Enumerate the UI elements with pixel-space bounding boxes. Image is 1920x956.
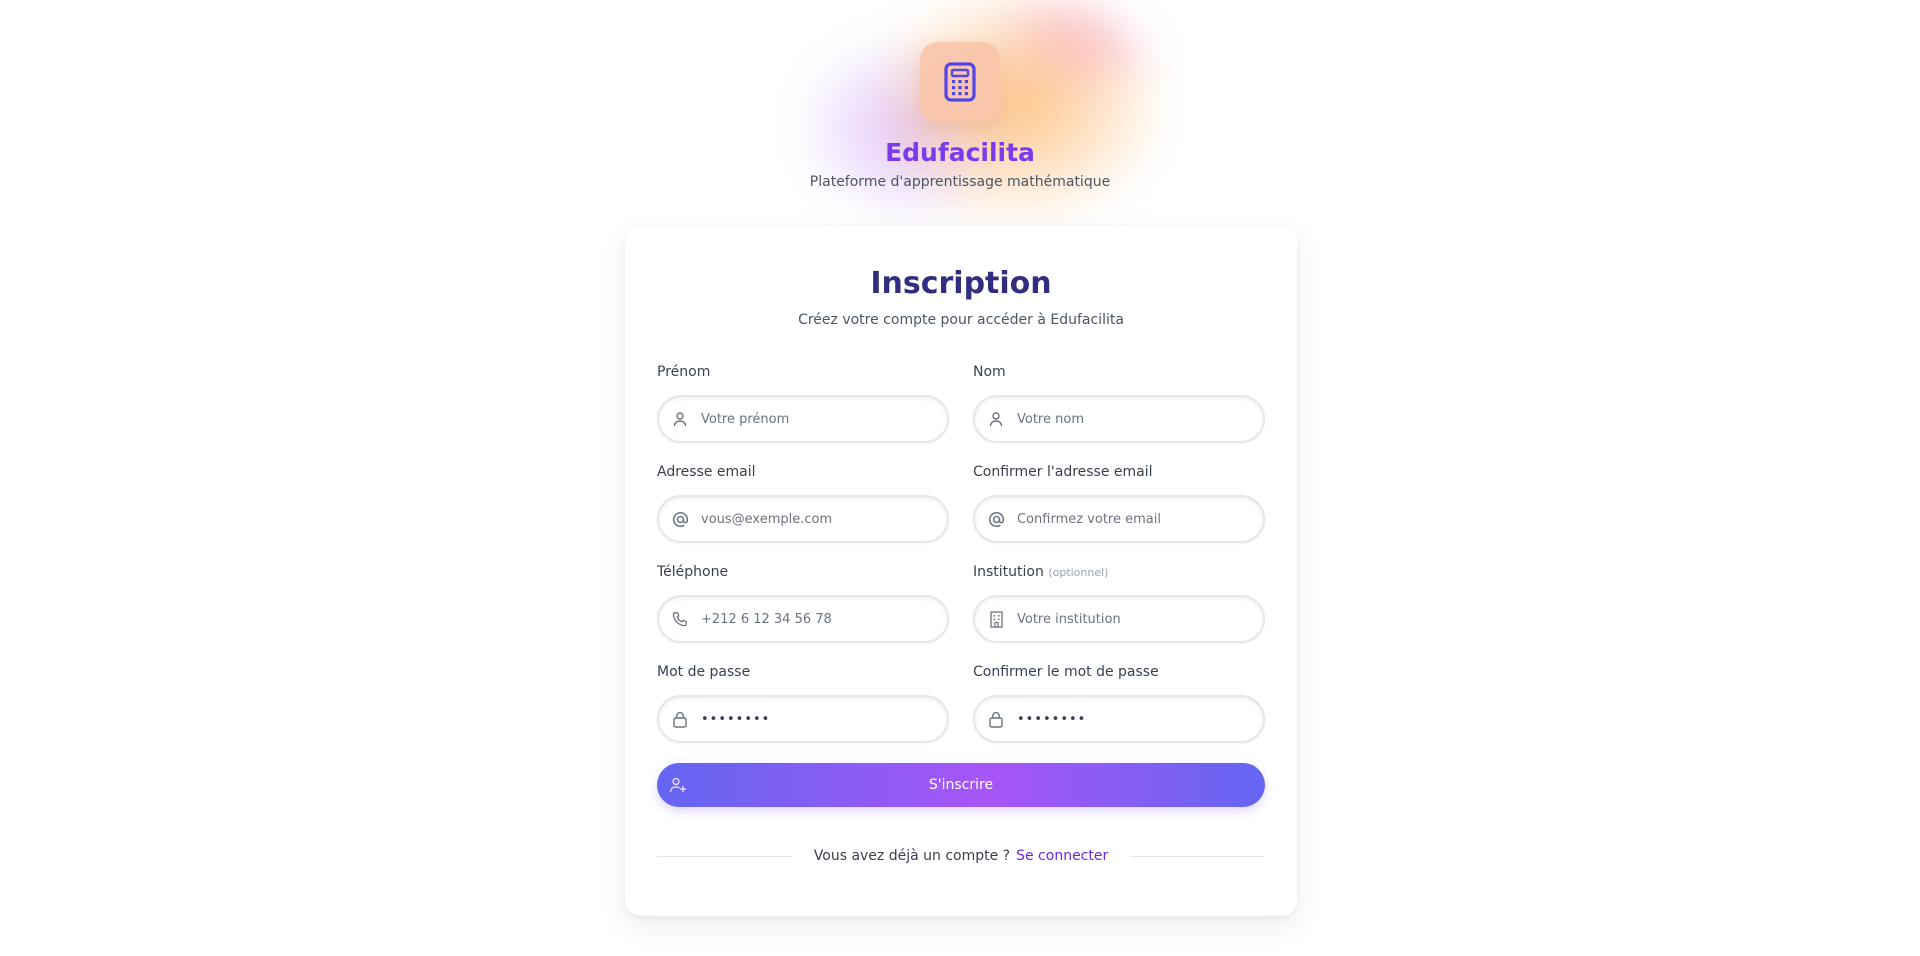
at-icon: [987, 510, 1005, 528]
login-prompt-row: Vous avez déjà un compte ? Se connecter: [657, 846, 1266, 866]
login-question: Vous avez déjà un compte ?: [813, 848, 1011, 864]
password-input[interactable]: [701, 699, 941, 739]
calculator-icon: [944, 62, 976, 102]
first-name-input-wrapper[interactable]: [657, 395, 949, 443]
signup-card: Inscription Créez votre compte pour accé…: [625, 226, 1297, 916]
optional-hint: (optionnel): [1048, 566, 1109, 579]
brand-name: Edufacilita: [885, 138, 1035, 167]
page-subtitle: Créez votre compte pour accéder à Edufac…: [798, 312, 1124, 328]
email-confirm-input-wrapper[interactable]: [973, 495, 1265, 543]
institution-input[interactable]: [1017, 599, 1257, 639]
at-icon: [671, 510, 689, 528]
signup-submit-button[interactable]: S'inscrire: [657, 763, 1265, 807]
last-name-field: Nom: [973, 362, 1265, 443]
last-name-input[interactable]: [1017, 399, 1257, 439]
lock-icon: [987, 710, 1005, 728]
email-label: Adresse email: [657, 464, 756, 480]
institution-label: Institution (optionnel): [973, 562, 1265, 582]
divider-right: [1130, 855, 1266, 857]
email-confirm-field: Confirmer l'adresse email: [973, 462, 1265, 543]
password-field: Mot de passe: [657, 662, 949, 743]
institution-field: Institution (optionnel): [973, 562, 1265, 643]
login-prompt: Vous avez déjà un compte ? Se connecter: [792, 848, 1130, 864]
page-title: Inscription: [870, 266, 1052, 301]
password-input-wrapper[interactable]: [657, 695, 949, 743]
phone-input[interactable]: [701, 599, 941, 639]
login-link[interactable]: Se connecter: [1016, 848, 1108, 864]
brand-tagline: Plateforme d'apprentissage mathématique: [809, 174, 1111, 190]
email-confirm-input[interactable]: [1017, 499, 1257, 539]
first-name-input[interactable]: [701, 399, 941, 439]
signup-page: Edufacilita Plateforme d'apprentissage m…: [0, 0, 1920, 956]
institution-label-text: Institution: [973, 564, 1044, 580]
divider-left: [657, 855, 792, 857]
password-confirm-field: Confirmer le mot de passe: [973, 662, 1265, 743]
logo-tile: [920, 42, 1000, 122]
phone-field: Téléphone: [657, 562, 949, 643]
lock-icon: [671, 710, 689, 728]
email-confirm-label: Confirmer l'adresse email: [973, 464, 1153, 480]
email-input[interactable]: [701, 499, 941, 539]
last-name-label: Nom: [973, 364, 1006, 380]
email-input-wrapper[interactable]: [657, 495, 949, 543]
phone-icon: [671, 610, 689, 628]
password-confirm-label: Confirmer le mot de passe: [973, 664, 1159, 680]
password-confirm-input[interactable]: [1017, 699, 1257, 739]
user-icon: [671, 410, 689, 428]
phone-input-wrapper[interactable]: [657, 595, 949, 643]
submit-label: S'inscrire: [928, 777, 994, 793]
password-label: Mot de passe: [657, 664, 751, 680]
first-name-label: Prénom: [657, 364, 711, 380]
user-plus-icon: [669, 776, 687, 798]
building-icon: [987, 610, 1005, 628]
phone-label: Téléphone: [657, 564, 729, 580]
last-name-input-wrapper[interactable]: [973, 395, 1265, 443]
user-icon: [987, 410, 1005, 428]
first-name-field: Prénom: [657, 362, 949, 443]
email-field: Adresse email: [657, 462, 949, 543]
institution-input-wrapper[interactable]: [973, 595, 1265, 643]
password-confirm-input-wrapper[interactable]: [973, 695, 1265, 743]
